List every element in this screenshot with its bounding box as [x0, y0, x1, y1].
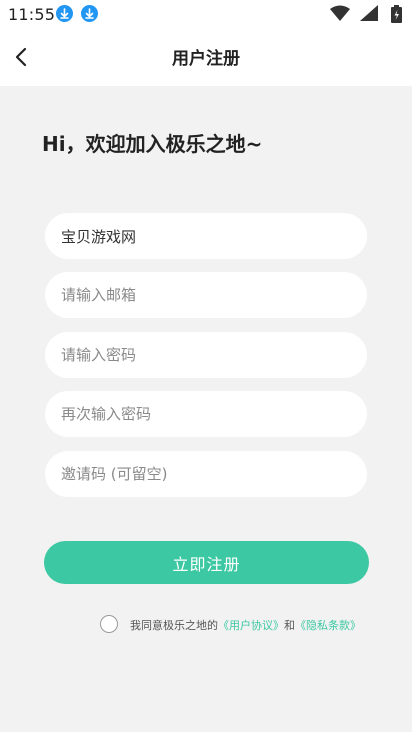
wifi-icon	[330, 5, 350, 25]
battery-icon	[391, 5, 402, 27]
username-input[interactable]	[45, 213, 367, 259]
invite-code-input[interactable]	[45, 451, 367, 497]
confirm-password-input[interactable]	[45, 391, 367, 437]
status-time: 11:55	[8, 5, 56, 24]
cell-signal-icon	[360, 5, 378, 25]
user-agreement-link[interactable]: 《用户协议》	[218, 619, 284, 632]
email-input[interactable]	[45, 272, 367, 318]
confirm-password-field-wrapper	[45, 391, 367, 437]
agreement-prefix: 我同意极乐之地的	[130, 619, 218, 632]
greeting-heading: Hi，欢迎加入极乐之地~	[42, 132, 263, 156]
agreement-text: 我同意极乐之地的《用户协议》和《隐私条款》	[130, 617, 361, 633]
invite-code-field-wrapper	[45, 451, 367, 497]
register-button[interactable]: 立即注册	[44, 541, 369, 584]
username-field-wrapper	[45, 213, 367, 259]
agreement-and: 和	[284, 619, 295, 632]
download-icon	[56, 5, 73, 22]
app-bar: 用户注册	[0, 28, 412, 86]
password-input[interactable]	[45, 332, 367, 378]
download-icon	[81, 5, 98, 22]
email-field-wrapper	[45, 272, 367, 318]
password-field-wrapper	[45, 332, 367, 378]
agree-checkbox[interactable]	[100, 615, 118, 633]
page-title: 用户注册	[172, 49, 240, 69]
privacy-policy-link[interactable]: 《隐私条款》	[295, 619, 361, 632]
status-bar: 11:55	[0, 0, 412, 28]
agreement-row: 我同意极乐之地的《用户协议》和《隐私条款》	[100, 614, 400, 636]
